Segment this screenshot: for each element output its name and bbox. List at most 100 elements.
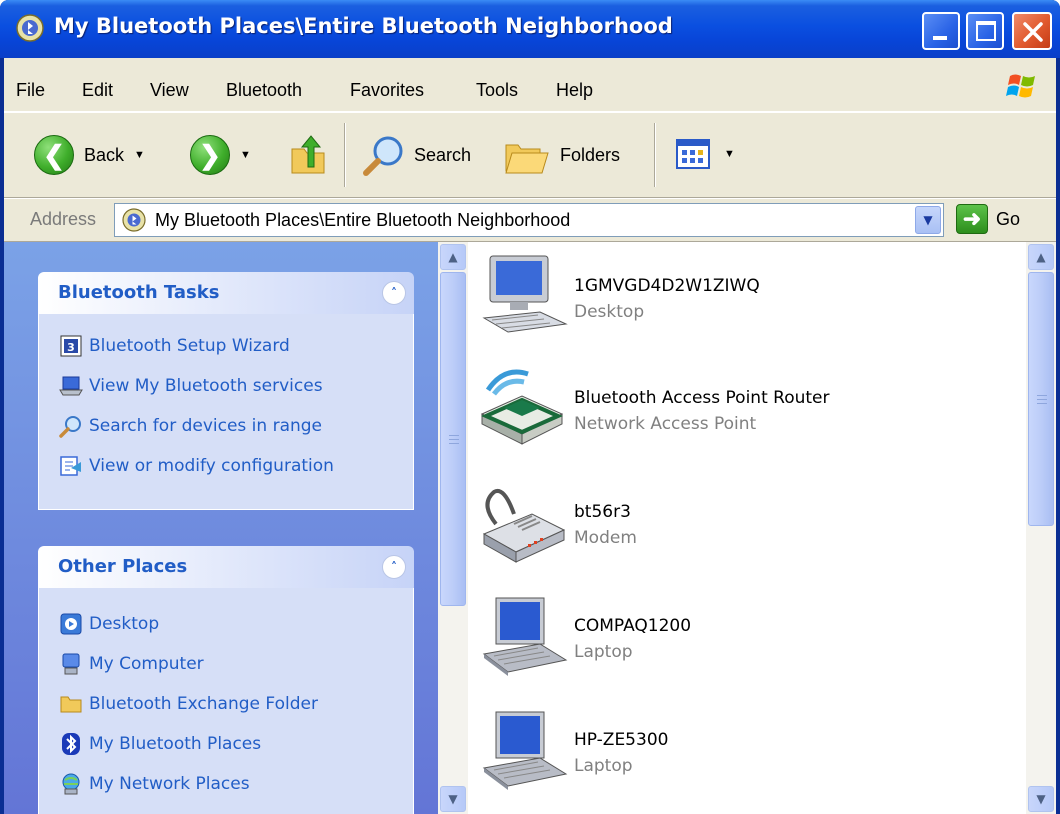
place-my-bluetooth-places[interactable]: My Bluetooth Places	[39, 724, 413, 764]
device-name: Bluetooth Access Point Router	[574, 388, 830, 408]
modem-icon	[482, 489, 566, 563]
folders-button[interactable]: Folders	[502, 133, 620, 177]
device-item[interactable]: COMPAQ1200 Laptop	[468, 582, 1028, 692]
scroll-down-icon[interactable]: ▼	[1028, 786, 1054, 812]
place-label: Bluetooth Exchange Folder	[89, 694, 318, 714]
search-icon	[363, 136, 403, 176]
device-type: Laptop	[574, 642, 633, 662]
place-my-network-places[interactable]: My Network Places	[39, 764, 413, 804]
menu-tools[interactable]: Tools	[476, 80, 518, 101]
folder-icon	[60, 696, 82, 713]
task-search-devices[interactable]: Search for devices in range	[39, 406, 413, 446]
laptop-icon	[482, 711, 568, 790]
forward-dropdown-icon[interactable]: ▼	[240, 149, 251, 161]
place-desktop[interactable]: Desktop	[39, 604, 413, 644]
forward-arrow-icon: ❯	[190, 135, 230, 175]
bluetooth-tasks-header[interactable]: Bluetooth Tasks ˄	[38, 272, 414, 314]
place-label: My Network Places	[89, 774, 250, 794]
device-item[interactable]: 1GMVGD4D2W1ZIWQ Desktop	[468, 242, 1028, 352]
scroll-thumb[interactable]	[1028, 272, 1054, 526]
other-places-title: Other Places	[58, 556, 188, 577]
go-label: Go	[996, 208, 1021, 229]
folders-icon	[505, 144, 549, 174]
minimize-button[interactable]	[922, 12, 960, 50]
toolbar-separator	[654, 123, 656, 187]
device-name: HP-ZE5300	[574, 730, 669, 750]
device-item[interactable]: HP-ZE5300 Laptop	[468, 696, 1028, 806]
device-type: Network Access Point	[574, 414, 757, 434]
device-type: Modem	[574, 528, 637, 548]
window-title: My Bluetooth Places\Entire Bluetooth Nei…	[54, 14, 673, 38]
network-places-icon	[62, 773, 80, 795]
views-button[interactable]: ▼	[676, 139, 735, 169]
go-button[interactable]: ➜ Go	[956, 204, 1020, 234]
address-input[interactable]: My Bluetooth Places\Entire Bluetooth Nei…	[114, 203, 944, 237]
menu-view[interactable]: View	[150, 80, 189, 101]
forward-button[interactable]: ❯ ▼	[190, 135, 251, 175]
bluetooth-tasks-title: Bluetooth Tasks	[58, 282, 220, 303]
close-button[interactable]	[1012, 12, 1052, 50]
scroll-up-icon[interactable]: ▲	[1028, 244, 1054, 270]
menu-help[interactable]: Help	[556, 80, 593, 101]
task-label: Search for devices in range	[89, 416, 323, 436]
menu-edit[interactable]: Edit	[82, 80, 113, 101]
other-places-header[interactable]: Other Places ˄	[38, 546, 414, 588]
laptop-services-icon	[59, 376, 83, 396]
device-list-scrollbar[interactable]: ▲ ▼	[1026, 242, 1056, 814]
device-type: Desktop	[574, 302, 645, 322]
task-pane-scrollbar[interactable]: ▲ ▼	[438, 242, 468, 814]
bluetooth-places-icon	[16, 14, 44, 42]
collapse-chevron-icon[interactable]: ˄	[382, 281, 406, 305]
menu-bar: File Edit View Bluetooth Favorites Tools…	[4, 58, 1056, 112]
device-item[interactable]: Bluetooth Access Point Router Network Ac…	[468, 354, 1028, 464]
folders-label: Folders	[560, 144, 621, 165]
scroll-thumb[interactable]	[440, 272, 466, 606]
maximize-button[interactable]	[966, 12, 1004, 50]
title-bar[interactable]: My Bluetooth Places\Entire Bluetooth Nei…	[0, 0, 1060, 58]
menu-favorites[interactable]: Favorites	[350, 80, 424, 101]
back-dropdown-icon[interactable]: ▼	[134, 149, 145, 161]
desktop-computer-icon	[482, 255, 568, 333]
search-icon	[59, 416, 81, 438]
wizard-icon: 3	[60, 335, 82, 357]
task-bluetooth-setup-wizard[interactable]: 3 Bluetooth Setup Wizard	[39, 326, 413, 366]
device-name: COMPAQ1200	[574, 616, 692, 636]
up-folder-icon	[291, 135, 325, 174]
search-button[interactable]: Search	[362, 133, 471, 177]
device-item[interactable]: bt56r3 Modem	[468, 468, 1028, 578]
configuration-icon	[60, 456, 81, 476]
views-dropdown-icon[interactable]: ▼	[724, 148, 735, 160]
back-button[interactable]: ❮ Back ▼	[34, 135, 145, 175]
desktop-icon	[60, 613, 82, 635]
up-folder-button[interactable]	[288, 133, 328, 177]
place-my-computer[interactable]: My Computer	[39, 644, 413, 684]
device-type: Laptop	[574, 756, 633, 776]
menu-bluetooth[interactable]: Bluetooth	[226, 80, 302, 101]
back-label: Back	[84, 144, 125, 165]
bluetooth-tasks-group: Bluetooth Tasks ˄ 3 Bluetooth Setup Wiza…	[38, 272, 414, 510]
address-dropdown-button[interactable]: ▼	[915, 206, 941, 234]
task-view-modify-configuration[interactable]: View or modify configuration	[39, 446, 413, 486]
address-label: Address	[30, 209, 97, 229]
svg-text:3: 3	[67, 341, 75, 354]
task-view-bluetooth-services[interactable]: View My Bluetooth services	[39, 366, 413, 406]
address-value: My Bluetooth Places\Entire Bluetooth Nei…	[155, 210, 571, 230]
windows-logo-icon	[1006, 74, 1035, 98]
task-pane: Bluetooth Tasks ˄ 3 Bluetooth Setup Wiza…	[4, 242, 438, 814]
menu-file[interactable]: File	[16, 80, 45, 101]
scroll-up-icon[interactable]: ▲	[440, 244, 466, 270]
close-icon	[1023, 22, 1043, 42]
collapse-chevron-icon[interactable]: ˄	[382, 555, 406, 579]
device-name: bt56r3	[574, 502, 631, 522]
scroll-down-icon[interactable]: ▼	[440, 786, 466, 812]
place-bluetooth-exchange-folder[interactable]: Bluetooth Exchange Folder	[39, 684, 413, 724]
address-bar: Address My Bluetooth Places\Entire Bluet…	[4, 198, 1056, 242]
other-places-body: Desktop My Computer Bluetooth Exchange F…	[38, 588, 414, 814]
go-arrow-icon: ➜	[956, 204, 988, 234]
bluetooth-places-icon	[122, 208, 146, 232]
back-arrow-icon: ❮	[34, 135, 74, 175]
explorer-window: My Bluetooth Places\Entire Bluetooth Nei…	[0, 0, 1060, 814]
task-label: View My Bluetooth services	[89, 376, 323, 396]
content-area: Bluetooth Tasks ˄ 3 Bluetooth Setup Wiza…	[4, 242, 1056, 814]
my-computer-icon	[62, 653, 80, 675]
